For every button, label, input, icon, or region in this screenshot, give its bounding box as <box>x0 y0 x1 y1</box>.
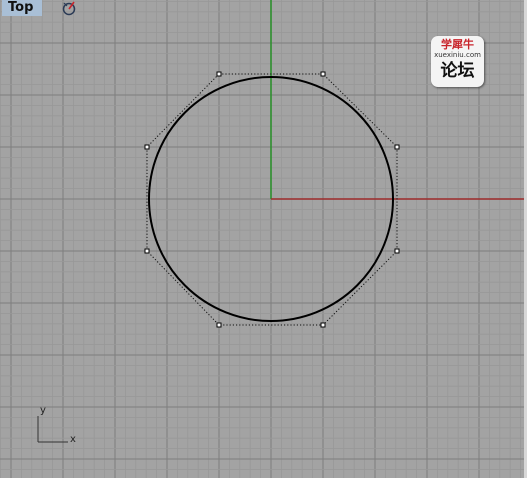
control-point <box>394 144 400 150</box>
logo-line2: xuexiniu.com <box>434 51 481 59</box>
axis-indicator-x-label: x <box>70 434 76 445</box>
axis-indicator-y-label: y <box>40 405 46 416</box>
forum-logo: 学犀牛 xuexiniu.com 论坛 <box>431 36 484 87</box>
control-point <box>394 248 400 254</box>
top-viewport[interactable]: Top 学犀牛 xuexiniu.com 论坛 y x <box>0 0 527 478</box>
logo-line1: 学犀牛 <box>441 38 474 51</box>
control-point <box>144 248 150 254</box>
control-point <box>320 322 326 328</box>
control-point <box>144 144 150 150</box>
control-point <box>216 71 222 77</box>
logo-line3: 论坛 <box>440 61 475 81</box>
control-point <box>216 322 222 328</box>
control-point <box>320 71 326 77</box>
rotate-view-icon[interactable] <box>60 0 78 16</box>
viewport-title-tab[interactable]: Top <box>2 0 42 16</box>
